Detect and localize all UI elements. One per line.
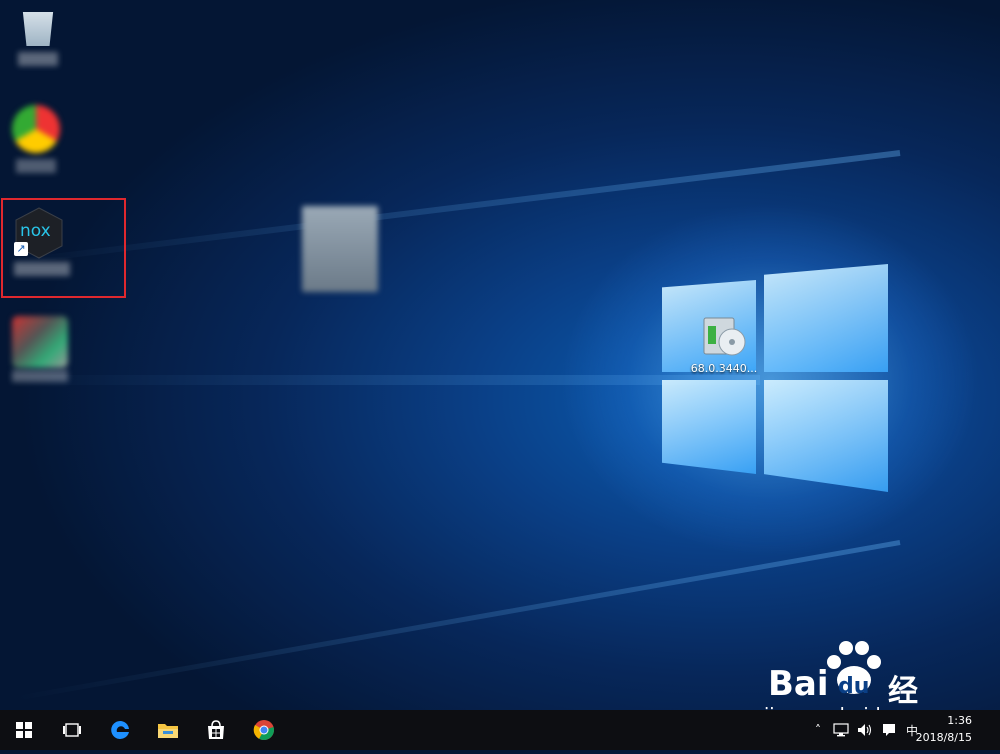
- installer-file-shortcut[interactable]: 68.0.3440...: [686, 312, 762, 375]
- clock-time: 1:36: [947, 714, 972, 727]
- highlight-box: [1, 198, 126, 298]
- task-view-icon: [63, 723, 81, 737]
- start-button[interactable]: [0, 710, 48, 750]
- volume-button[interactable]: [854, 710, 876, 750]
- light-beam: [0, 375, 760, 385]
- icon-label: [18, 52, 58, 66]
- light-beam: [6, 150, 901, 266]
- chrome-like-icon: [12, 105, 60, 153]
- edge-button[interactable]: [96, 710, 144, 750]
- volume-icon: [858, 724, 872, 736]
- icon-label: [16, 159, 56, 173]
- tray-overflow-button[interactable]: ˄: [808, 710, 828, 750]
- baidu-brand-du: du: [838, 674, 870, 699]
- recycle-bin-shortcut[interactable]: [2, 6, 74, 66]
- icon-label: [12, 370, 68, 382]
- network-button[interactable]: [830, 710, 852, 750]
- file-explorer-icon: [158, 724, 178, 738]
- chrome-button[interactable]: [240, 710, 288, 750]
- task-view-button[interactable]: [48, 710, 96, 750]
- taskbar: ˄ 中 1:36 2018/8/15: [0, 710, 1000, 750]
- chevron-up-icon: ˄: [815, 723, 821, 737]
- baidu-brand-bai: Bai: [768, 664, 829, 704]
- network-icon: [833, 723, 849, 737]
- edge-icon: [111, 720, 129, 739]
- blurred-app-icon: [12, 316, 68, 368]
- chrome-like-shortcut[interactable]: [0, 105, 72, 173]
- clock[interactable]: 1:36 2018/8/15: [892, 712, 972, 746]
- blurred-window-thumbnail: [302, 206, 382, 292]
- store-icon: [208, 720, 224, 739]
- blurred-app-shortcut[interactable]: [4, 316, 76, 382]
- installer-disc-icon: [703, 317, 746, 356]
- start-icon: [16, 722, 32, 738]
- store-button[interactable]: [192, 710, 240, 750]
- file-explorer-button[interactable]: [144, 710, 192, 750]
- clock-date: 2018/8/15: [915, 731, 972, 744]
- recycle-bin-icon: [22, 12, 54, 46]
- chrome-icon: [253, 720, 274, 741]
- installer-file-label: 68.0.3440...: [690, 362, 758, 375]
